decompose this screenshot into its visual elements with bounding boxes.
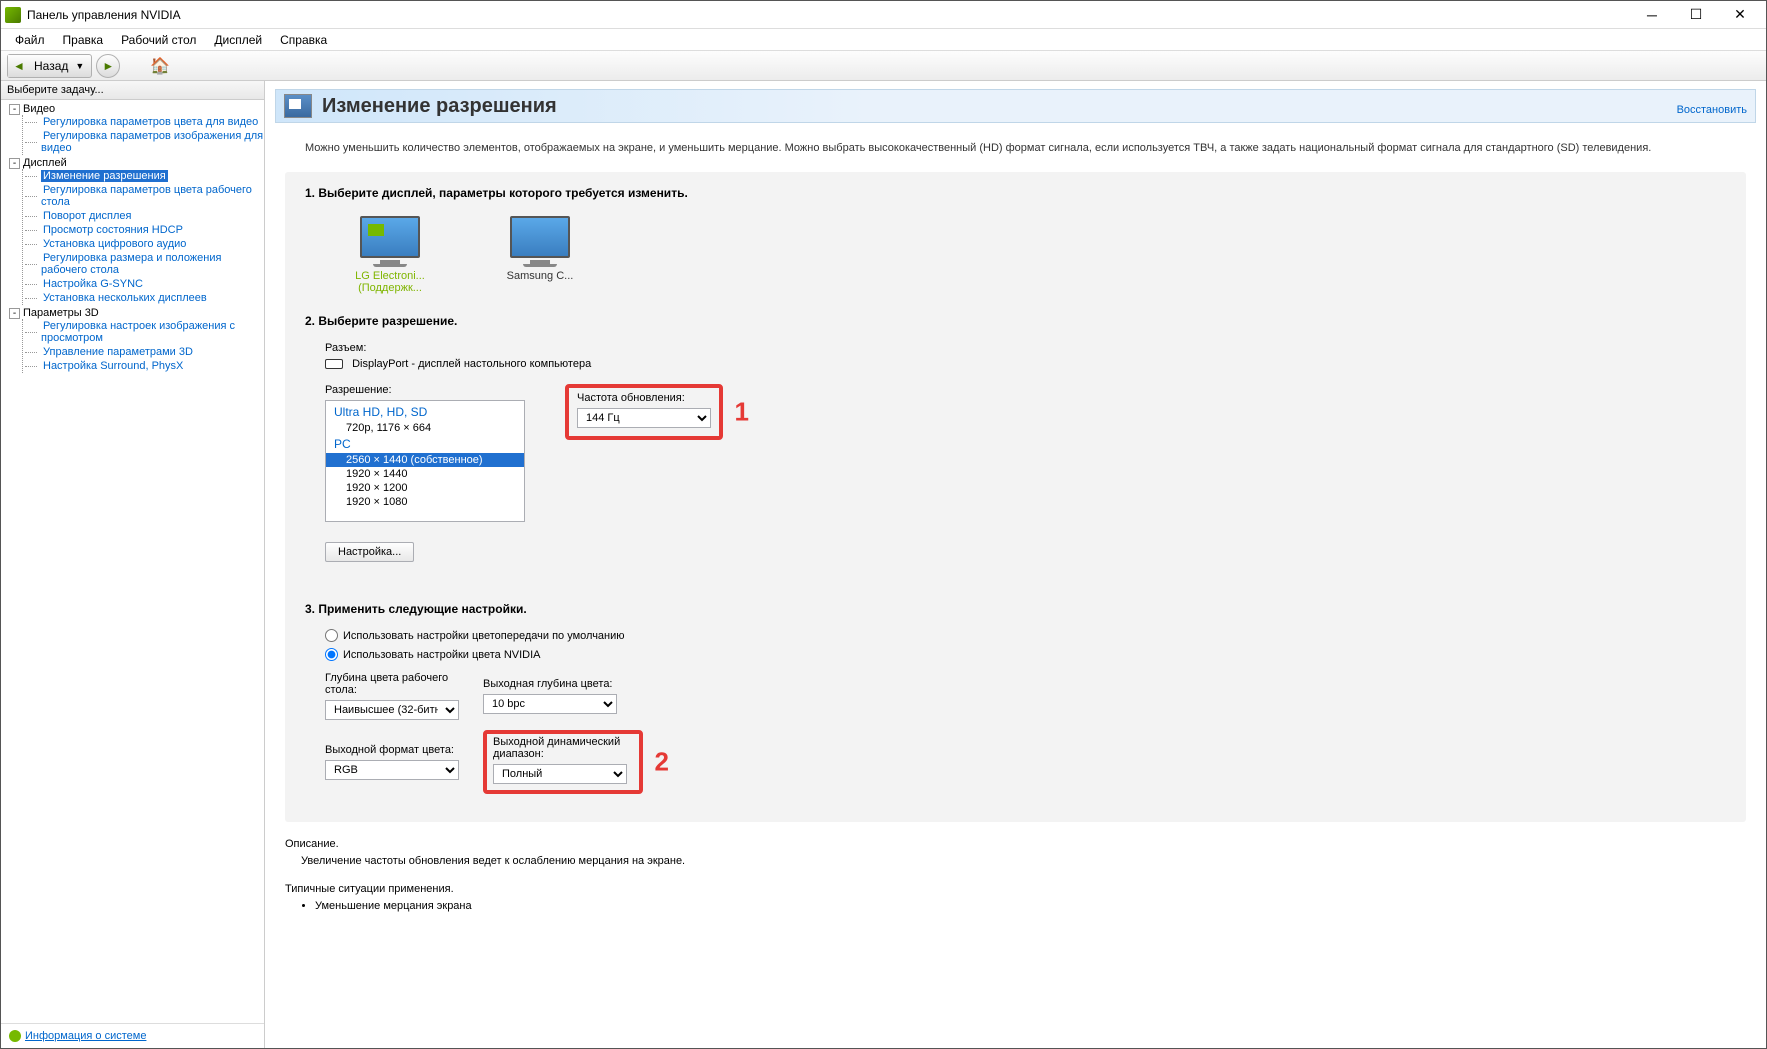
monitor-icon <box>510 216 570 258</box>
sidebar-item[interactable]: Регулировка настроек изображения с просм… <box>41 320 235 344</box>
desc-title: Описание. <box>285 836 1746 853</box>
tree-group-3d: Параметры 3D <box>23 307 99 319</box>
menu-desktop[interactable]: Рабочий стол <box>113 31 204 49</box>
tree-group-display: Дисплей <box>23 157 67 169</box>
back-button-group[interactable]: ◄ Назад ▼ <box>7 54 92 78</box>
sidebar-item[interactable]: Регулировка размера и положения рабочего… <box>41 252 221 276</box>
nvidia-app-icon <box>5 7 21 23</box>
maximize-button[interactable]: ☐ <box>1674 2 1718 28</box>
display-name: LG Electroni... <box>355 270 425 282</box>
home-button[interactable]: 🏠 <box>148 54 172 78</box>
back-icon: ◄ <box>8 55 30 77</box>
highlight-dynamic-range: Выходной динамический диапазон: Полный 2 <box>483 730 643 794</box>
connector-value: DisplayPort - дисплей настольного компью… <box>352 358 591 370</box>
res-item[interactable]: 1920 × 1200 <box>326 481 524 495</box>
sidebar-item[interactable]: Регулировка параметров цвета для видео <box>41 116 260 128</box>
tree-group-video: Видео <box>23 103 55 115</box>
display-sub: (Поддержк... <box>358 282 422 294</box>
tree-expander[interactable]: - <box>9 308 20 319</box>
minimize-button[interactable]: ─ <box>1630 2 1674 28</box>
sidebar: Выберите задачу... -Видео Регулировка па… <box>1 81 265 1048</box>
sidebar-item[interactable]: Поворот дисплея <box>41 210 133 222</box>
resolution-list[interactable]: Ultra HD, HD, SD 720p, 1176 × 664 PC 256… <box>325 400 525 522</box>
res-group-label: PC <box>326 435 524 453</box>
sidebar-item[interactable]: Регулировка параметров цвета рабочего ст… <box>41 184 252 208</box>
toolbar: ◄ Назад ▼ ► 🏠 <box>1 51 1766 81</box>
radio-default-color[interactable] <box>325 629 338 642</box>
output-format-label: Выходной формат цвета: <box>325 744 475 756</box>
res-item[interactable]: 1920 × 1080 <box>326 495 524 509</box>
restore-link[interactable]: Восстановить <box>1677 104 1747 116</box>
window-title: Панель управления NVIDIA <box>27 8 1630 22</box>
refresh-label: Частота обновления: <box>577 392 711 404</box>
sidebar-item[interactable]: Установка цифрового аудио <box>41 238 188 250</box>
system-info-link[interactable]: Информация о системе <box>25 1030 146 1042</box>
typical-item: Уменьшение мерцания экрана <box>315 898 1746 915</box>
titlebar: Панель управления NVIDIA ─ ☐ ✕ <box>1 1 1766 29</box>
refresh-rate-select[interactable]: 144 Гц <box>577 408 711 428</box>
connector-label: Разъем: <box>325 342 1706 354</box>
display-item-samsung[interactable]: Samsung C... <box>485 216 595 294</box>
sidebar-item[interactable]: Регулировка параметров изображения для в… <box>41 130 263 154</box>
desktop-depth-select[interactable]: Наивысшее (32-битное) <box>325 700 459 720</box>
tree-expander[interactable]: - <box>9 104 20 115</box>
step2-title: 2. Выберите разрешение. <box>305 314 1726 328</box>
sidebar-item-change-resolution[interactable]: Изменение разрешения <box>41 170 168 182</box>
sidebar-item[interactable]: Настройка Surround, PhysX <box>41 360 185 372</box>
close-button[interactable]: ✕ <box>1718 2 1762 28</box>
sidebar-item[interactable]: Установка нескольких дисплеев <box>41 292 209 304</box>
output-depth-label: Выходная глубина цвета: <box>483 678 643 690</box>
menubar: Файл Правка Рабочий стол Дисплей Справка <box>1 29 1766 51</box>
monitor-icon <box>360 216 420 258</box>
displays-row: LG Electroni... (Поддержк... Samsung C..… <box>305 210 1726 314</box>
display-item-lg[interactable]: LG Electroni... (Поддержк... <box>335 216 445 294</box>
step1-title: 1. Выберите дисплей, параметры которого … <box>305 186 1726 200</box>
sidebar-item[interactable]: Просмотр состояния HDCP <box>41 224 185 236</box>
res-item[interactable]: 1920 × 1440 <box>326 467 524 481</box>
menu-edit[interactable]: Правка <box>55 31 112 49</box>
menu-help[interactable]: Справка <box>272 31 335 49</box>
res-item[interactable]: 720p, 1176 × 664 <box>326 421 524 435</box>
info-icon <box>9 1030 21 1042</box>
displayport-icon <box>325 359 343 369</box>
page-title: Изменение разрешения <box>322 95 1677 118</box>
res-item-selected[interactable]: 2560 × 1440 (собственное) <box>326 453 524 467</box>
radio-nvidia-color[interactable] <box>325 648 338 661</box>
step3-title: 3. Применить следующие настройки. <box>305 602 1726 616</box>
settings-panel: 1. Выберите дисплей, параметры которого … <box>285 172 1746 822</box>
radio-nvidia-label: Использовать настройки цвета NVIDIA <box>343 649 541 661</box>
output-depth-select[interactable]: 10 bpc <box>483 694 617 714</box>
customize-button[interactable]: Настройка... <box>325 542 414 562</box>
page-description: Можно уменьшить количество элементов, от… <box>275 133 1756 172</box>
resolution-label: Разрешение: <box>325 384 525 396</box>
task-tree: -Видео Регулировка параметров цвета для … <box>1 100 264 1023</box>
dynamic-range-select[interactable]: Полный <box>493 764 627 784</box>
sidebar-item[interactable]: Управление параметрами 3D <box>41 346 195 358</box>
dynamic-range-label: Выходной динамический диапазон: <box>493 736 633 760</box>
page-header: Изменение разрешения Восстановить <box>275 89 1756 123</box>
desc-text: Увеличение частоты обновления ведет к ос… <box>285 853 1746 870</box>
typical-title: Типичные ситуации применения. <box>285 881 1746 898</box>
highlight-refresh: Частота обновления: 144 Гц 1 <box>565 384 723 440</box>
back-dropdown-icon[interactable]: ▼ <box>72 61 87 71</box>
forward-button[interactable]: ► <box>96 54 120 78</box>
resolution-header-icon <box>284 94 312 118</box>
menu-file[interactable]: Файл <box>7 31 53 49</box>
annotation-1: 1 <box>735 397 749 428</box>
menu-display[interactable]: Дисплей <box>206 31 270 49</box>
sidebar-footer: Информация о системе <box>1 1023 264 1048</box>
sidebar-header: Выберите задачу... <box>1 81 264 100</box>
description-block: Описание. Увеличение частоты обновления … <box>275 822 1756 918</box>
desktop-depth-label: Глубина цвета рабочего стола: <box>325 672 475 696</box>
output-format-select[interactable]: RGB <box>325 760 459 780</box>
tree-expander[interactable]: - <box>9 158 20 169</box>
annotation-2: 2 <box>655 747 669 778</box>
content-area: Изменение разрешения Восстановить Можно … <box>265 81 1766 1048</box>
res-group-label: Ultra HD, HD, SD <box>326 403 524 421</box>
display-name: Samsung C... <box>507 270 574 282</box>
back-label: Назад <box>30 59 72 73</box>
radio-default-label: Использовать настройки цветопередачи по … <box>343 630 625 642</box>
sidebar-item[interactable]: Настройка G-SYNC <box>41 278 145 290</box>
